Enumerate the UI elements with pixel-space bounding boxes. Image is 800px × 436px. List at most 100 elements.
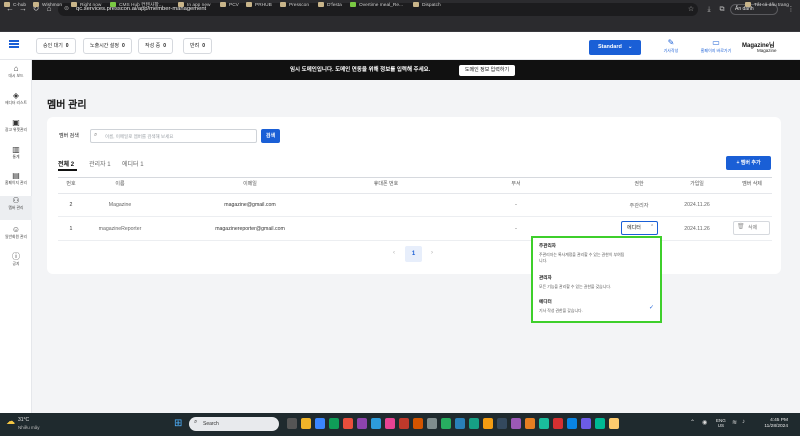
sidebar-item-general-members[interactable]: ☺ 일반회원 관리 <box>0 225 32 249</box>
col-joined: 가입일 <box>690 181 704 187</box>
building-icon: ▤ <box>12 171 20 180</box>
tab-admin[interactable]: 관리자 1 <box>89 159 111 168</box>
homepage-link-button[interactable]: ▭ 홈페이지 바로가기 <box>694 38 738 58</box>
app-icon[interactable] <box>455 418 465 429</box>
cell-no: 1 <box>69 226 73 232</box>
app-icon[interactable] <box>511 418 521 429</box>
wifi-icon[interactable]: ≋ <box>732 419 737 426</box>
app-icon[interactable] <box>483 418 493 429</box>
tab-all[interactable]: 전체 2 <box>58 159 74 168</box>
stat-pending[interactable]: 승인 대기 0 <box>36 38 76 54</box>
role-option-admin[interactable]: 관리자 <box>539 275 552 281</box>
app-icon[interactable] <box>399 418 409 429</box>
stat-drafting[interactable]: 작성 중0 <box>138 38 173 54</box>
app-icon[interactable] <box>371 418 381 429</box>
taskbar-search[interactable]: Search <box>189 417 279 431</box>
row-divider <box>58 216 772 217</box>
bookmark-item[interactable]: PCV <box>220 1 239 11</box>
windows-start-icon[interactable]: ⊞ <box>174 418 185 429</box>
folder-icon <box>280 2 286 7</box>
page-prev[interactable]: ‹ <box>393 250 395 256</box>
search-icon: ⌕ <box>194 419 198 425</box>
download-icon[interactable]: ⤓ <box>704 5 714 15</box>
app-icon[interactable] <box>609 418 619 429</box>
chrome-icon[interactable] <box>553 418 563 429</box>
bookmark-item[interactable]: PRHUB <box>246 1 272 11</box>
app-icon[interactable] <box>357 418 367 429</box>
app-icon[interactable] <box>441 418 451 429</box>
bookmark-item[interactable]: C-hub <box>4 1 26 11</box>
info-icon: ⓘ <box>12 252 20 261</box>
search-input[interactable] <box>105 130 253 142</box>
role-option-editor[interactable]: 에디터 <box>539 299 552 305</box>
app-icon[interactable] <box>413 418 423 429</box>
add-member-button[interactable]: + 멤버 추가 <box>726 156 771 170</box>
tab-editor[interactable]: 에디터 1 <box>122 159 144 168</box>
extensions-icon[interactable]: ⧉ <box>717 5 727 15</box>
file-explorer-icon[interactable] <box>301 418 311 429</box>
site-info-icon[interactable]: ⊜ <box>64 6 70 13</box>
all-bookmarks[interactable]: Tất cả dấu trang <box>745 1 789 11</box>
search-label: 멤버 검색 <box>59 133 79 139</box>
bookmark-item[interactable]: Dispatch <box>413 1 441 11</box>
app-icon[interactable] <box>427 418 437 429</box>
sidebar-item-members[interactable]: ⚇ 멤버 관리 <box>0 196 32 220</box>
bookmark-item[interactable]: Overtime meal_Re... <box>350 1 403 11</box>
bookmark-star-icon[interactable]: ☆ <box>686 5 696 15</box>
mail-icon[interactable] <box>315 418 325 429</box>
cell-name: Magazine <box>108 202 132 208</box>
search-button[interactable]: 검색 <box>261 129 280 143</box>
app-icon[interactable] <box>539 418 549 429</box>
stat-rejected[interactable]: 반려 0 <box>183 38 212 54</box>
bookmark-item[interactable]: Presscon <box>280 1 309 11</box>
sidebar-item-dashboard[interactable]: ⌂ 대시 보드 <box>0 64 32 88</box>
role-option-editor-desc: 기사 작성 권한을 갖습니다. <box>539 308 583 313</box>
bookmark-item[interactable]: Right now <box>71 1 101 11</box>
sidebar-item-homepage[interactable]: ▤ 홈페이지 관리 <box>0 171 32 195</box>
bookmark-item[interactable]: CMS Hub 컨텐사항... <box>110 1 163 11</box>
stat-exposure-time[interactable]: 노출시간 설정 0 <box>83 38 132 54</box>
enter-domain-button[interactable]: 도메인 정보 입력하기 <box>459 65 515 76</box>
sidebar-item-editor-list[interactable]: ◈ 에디터 리스트 <box>0 91 32 115</box>
app-icon[interactable] <box>497 418 507 429</box>
clock[interactable]: 4:45 PM 11/28/2024 <box>756 418 788 430</box>
vscode-icon[interactable] <box>567 418 577 429</box>
home-icon: ⌂ <box>13 64 19 73</box>
language-indicator[interactable]: ENG US <box>716 418 726 428</box>
role-option-owner[interactable]: 주관리자 <box>539 243 556 249</box>
app-icon[interactable] <box>469 418 479 429</box>
volume-icon[interactable]: ♪ <box>742 419 745 425</box>
tray-up-icon[interactable]: ⌃ <box>690 419 695 426</box>
trash-icon: 🗑 <box>737 224 745 230</box>
write-article-button[interactable]: ✎ 기사작성 <box>652 38 690 58</box>
page-current[interactable]: 1 <box>405 246 422 262</box>
task-view-icon[interactable] <box>287 418 297 429</box>
sidebar-item-ad-widget[interactable]: ▣ 광고 위젯관리 <box>0 118 32 142</box>
sidebar-item-notice[interactable]: ⓘ 공지 <box>0 252 32 276</box>
app-logo-icon[interactable] <box>9 38 21 52</box>
folder-icon <box>318 2 324 7</box>
role-option-owner-desc: 주관리자는 록사계정을 관리할 수 있는 권한이 부여됩 <box>539 252 625 257</box>
app-icon[interactable] <box>581 418 591 429</box>
sidebar-item-stats[interactable]: ▥ 통계 <box>0 145 32 169</box>
bookmark-item[interactable]: Wishmon <box>33 1 62 11</box>
bookmark-site-icon <box>110 2 116 7</box>
folder-icon <box>4 2 10 7</box>
col-delete: 멤버 삭제 <box>742 181 762 187</box>
weather-temp: 31°C <box>18 417 30 423</box>
cell-dept: - <box>515 226 517 232</box>
tray-app-icon[interactable]: ◉ <box>702 419 707 426</box>
bookmark-item[interactable]: In app new <box>178 1 210 11</box>
bookmark-item[interactable]: D'festa <box>318 1 342 11</box>
app-icon[interactable] <box>595 418 605 429</box>
col-phone: 휴대폰 번호 <box>373 181 399 187</box>
app-icon[interactable] <box>329 418 339 429</box>
page-next[interactable]: › <box>431 250 433 256</box>
app-icon[interactable] <box>343 418 353 429</box>
role-option-owner-desc: 니다. <box>539 258 548 263</box>
check-icon: ✓ <box>649 305 655 311</box>
weather-icon[interactable]: ☁ <box>6 416 15 427</box>
app-icon[interactable] <box>385 418 395 429</box>
app-icon[interactable] <box>525 418 535 429</box>
plan-dropdown-button[interactable]: Standard ⌄ <box>589 40 641 55</box>
